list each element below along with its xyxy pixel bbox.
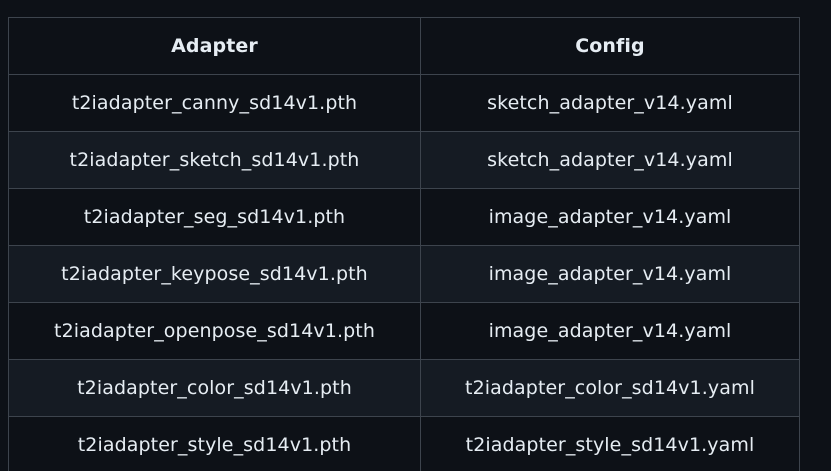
config-cell: image_adapter_v14.yaml: [420, 302, 800, 360]
adapter-cell: t2iadapter_color_sd14v1.pth: [8, 359, 421, 417]
adapter-cell: t2iadapter_canny_sd14v1.pth: [8, 74, 421, 132]
table-row: t2iadapter_style_sd14v1.pth t2iadapter_s…: [8, 416, 800, 471]
config-cell: t2iadapter_style_sd14v1.yaml: [420, 416, 800, 471]
config-cell: t2iadapter_color_sd14v1.yaml: [420, 359, 800, 417]
config-cell: image_adapter_v14.yaml: [420, 188, 800, 246]
adapter-cell: t2iadapter_seg_sd14v1.pth: [8, 188, 421, 246]
adapter-cell: t2iadapter_openpose_sd14v1.pth: [8, 302, 421, 360]
table-row: t2iadapter_color_sd14v1.pth t2iadapter_c…: [8, 359, 800, 417]
adapter-cell: t2iadapter_sketch_sd14v1.pth: [8, 131, 421, 189]
header-config: Config: [420, 17, 800, 75]
table-header: Adapter Config: [8, 17, 800, 75]
config-cell: image_adapter_v14.yaml: [420, 245, 800, 303]
header-row: Adapter Config: [8, 17, 800, 75]
table-row: t2iadapter_openpose_sd14v1.pth image_ada…: [8, 302, 800, 360]
page: Adapter Config t2iadapter_canny_sd14v1.p…: [0, 0, 831, 471]
header-adapter: Adapter: [8, 17, 421, 75]
table-row: t2iadapter_keypose_sd14v1.pth image_adap…: [8, 245, 800, 303]
config-cell: sketch_adapter_v14.yaml: [420, 74, 800, 132]
table-row: t2iadapter_seg_sd14v1.pth image_adapter_…: [8, 188, 800, 246]
adapter-config-table: Adapter Config t2iadapter_canny_sd14v1.p…: [8, 17, 800, 471]
table-body: t2iadapter_canny_sd14v1.pth sketch_adapt…: [8, 74, 800, 471]
config-cell: sketch_adapter_v14.yaml: [420, 131, 800, 189]
adapter-cell: t2iadapter_keypose_sd14v1.pth: [8, 245, 421, 303]
adapter-cell: t2iadapter_style_sd14v1.pth: [8, 416, 421, 471]
table-row: t2iadapter_canny_sd14v1.pth sketch_adapt…: [8, 74, 800, 132]
table-row: t2iadapter_sketch_sd14v1.pth sketch_adap…: [8, 131, 800, 189]
